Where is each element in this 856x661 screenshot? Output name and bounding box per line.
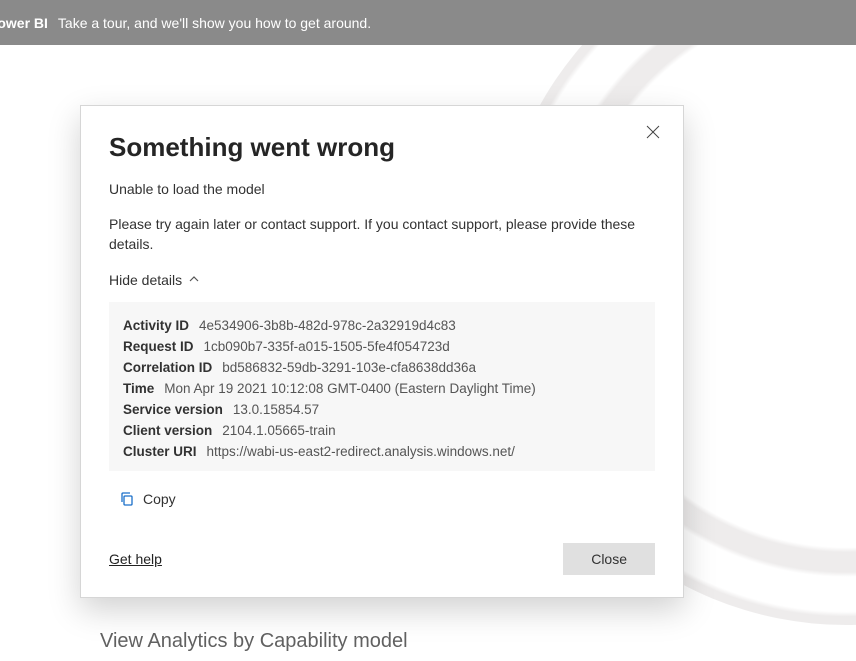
detail-row-activity-id: Activity ID 4e534906-3b8b-482d-978c-2a32… — [123, 316, 641, 337]
detail-label: Time — [123, 379, 154, 400]
detail-label: Cluster URI — [123, 442, 197, 463]
close-button[interactable]: Close — [563, 543, 655, 575]
detail-value: 4e534906-3b8b-482d-978c-2a32919d4c83 — [199, 316, 456, 337]
detail-value: 1cb090b7-335f-a015-1505-5fe4f054723d — [204, 337, 450, 358]
banner-text: Take a tour, and we'll show you how to g… — [58, 15, 371, 31]
close-icon[interactable] — [645, 124, 665, 144]
detail-label: Request ID — [123, 337, 194, 358]
detail-row-correlation-id: Correlation ID bd586832-59db-3291-103e-c… — [123, 358, 641, 379]
copy-icon — [119, 491, 135, 507]
dialog-subtitle: Unable to load the model — [109, 181, 655, 197]
error-dialog: Something went wrong Unable to load the … — [80, 105, 684, 598]
dialog-footer: Get help Close — [109, 543, 655, 575]
detail-label: Correlation ID — [123, 358, 212, 379]
get-help-link[interactable]: Get help — [109, 551, 162, 567]
tour-banner: Power BI Take a tour, and we'll show you… — [0, 0, 856, 45]
detail-value: https://wabi-us-east2-redirect.analysis.… — [207, 442, 515, 463]
detail-value: bd586832-59db-3291-103e-cfa8638dd36a — [222, 358, 476, 379]
details-panel: Activity ID 4e534906-3b8b-482d-978c-2a32… — [109, 302, 655, 470]
detail-label: Service version — [123, 400, 223, 421]
brand-label: Power BI — [0, 15, 48, 31]
copy-button[interactable]: Copy — [109, 485, 655, 513]
dialog-title: Something went wrong — [109, 132, 655, 163]
detail-value: 2104.1.05665-train — [222, 421, 335, 442]
page-title: View Analytics by Capability model — [100, 630, 408, 653]
detail-row-service-version: Service version 13.0.15854.57 — [123, 400, 641, 421]
detail-row-cluster-uri: Cluster URI https://wabi-us-east2-redire… — [123, 442, 641, 463]
detail-row-client-version: Client version 2104.1.05665-train — [123, 421, 641, 442]
detail-label: Activity ID — [123, 316, 189, 337]
detail-row-request-id: Request ID 1cb090b7-335f-a015-1505-5fe4f… — [123, 337, 641, 358]
detail-row-time: Time Mon Apr 19 2021 10:12:08 GMT-0400 (… — [123, 379, 641, 400]
chevron-up-icon — [188, 272, 200, 288]
toggle-details[interactable]: Hide details — [109, 272, 200, 288]
dialog-message: Please try again later or contact suppor… — [109, 215, 655, 254]
toggle-label: Hide details — [109, 272, 182, 288]
detail-value: Mon Apr 19 2021 10:12:08 GMT-0400 (Easte… — [164, 379, 535, 400]
detail-label: Client version — [123, 421, 212, 442]
detail-value: 13.0.15854.57 — [233, 400, 319, 421]
copy-label: Copy — [143, 491, 176, 507]
